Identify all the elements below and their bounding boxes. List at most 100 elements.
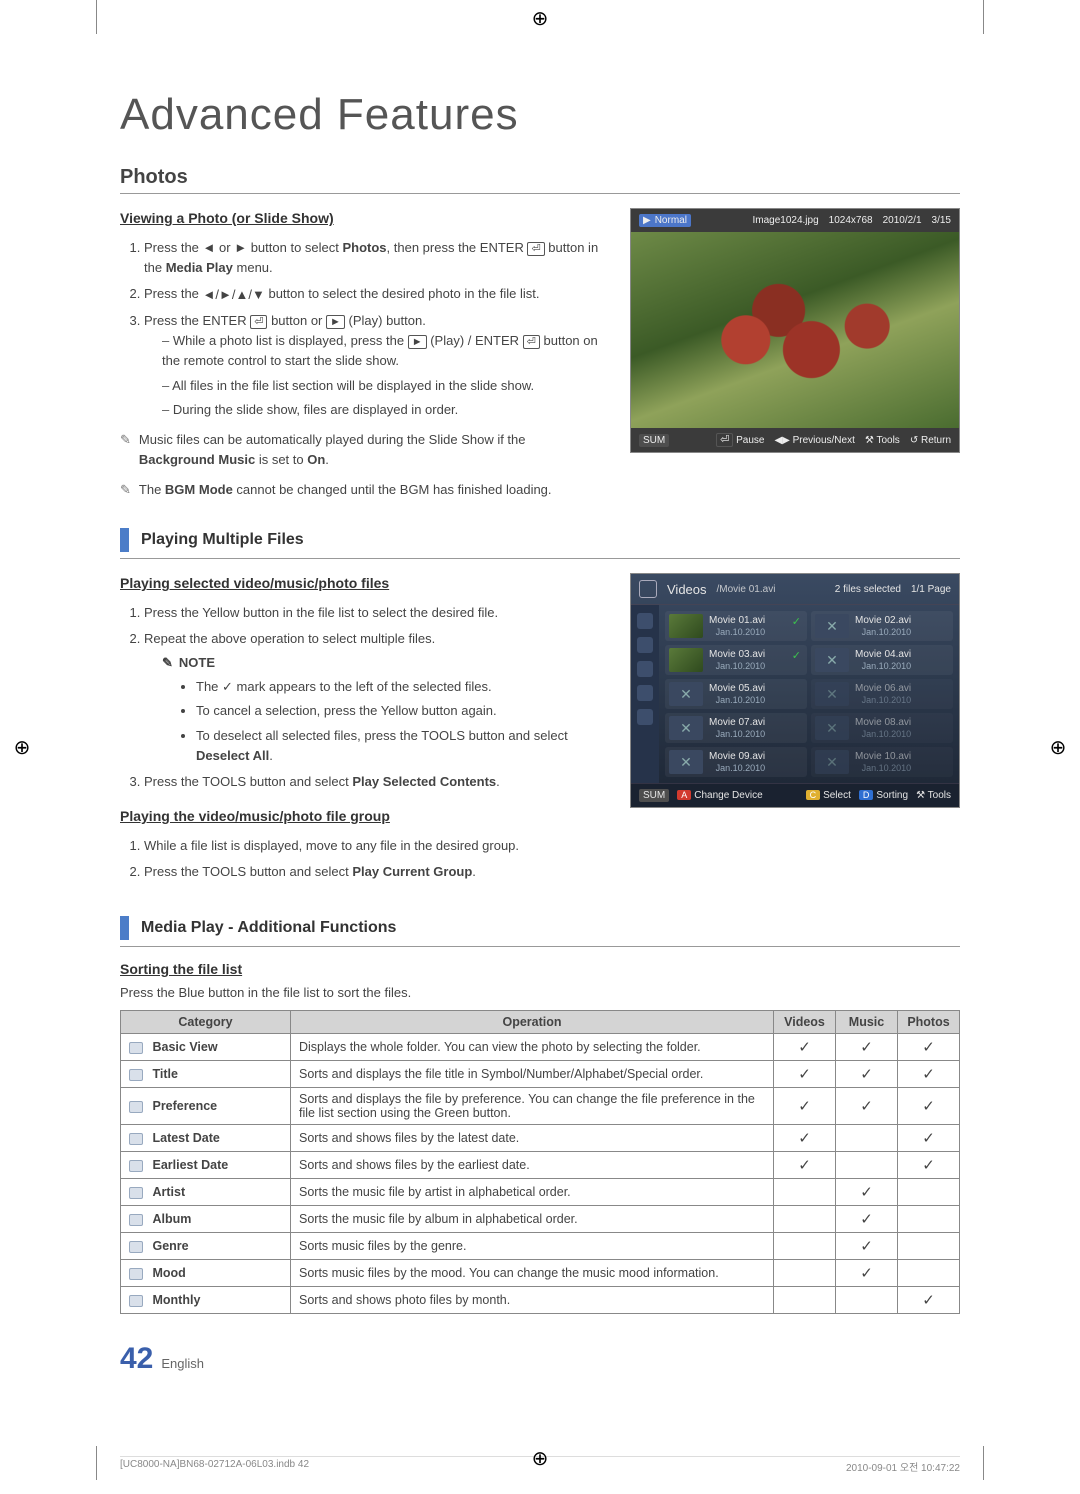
subsection-viewing-photo: Viewing a Photo (or Slide Show) [120, 208, 600, 230]
operation-text: Sorts and shows files by the earliest da… [291, 1151, 774, 1178]
category-icon [129, 1268, 143, 1280]
photo-viewer-figure: ▶Normal Image1024.jpg 1024x768 2010/2/1 … [630, 208, 960, 453]
video-list-item[interactable]: Movie 03.aviJan.10.2010 [665, 645, 807, 675]
table-row: MoodSorts music files by the mood. You c… [121, 1259, 960, 1286]
video-date: Jan.10.2010 [709, 729, 765, 739]
check-cell: ✓ [774, 1033, 836, 1060]
category-label: Title [152, 1067, 177, 1081]
check-cell: ✓ [836, 1178, 898, 1205]
category-label: Artist [152, 1185, 185, 1199]
video-date: Jan.10.2010 [855, 627, 911, 637]
table-row: Earliest Date Sorts and shows files by th… [121, 1151, 960, 1178]
table-row: Latest Date Sorts and shows files by the … [121, 1124, 960, 1151]
table-row: Monthly Sorts and shows photo files by mo… [121, 1286, 960, 1313]
footer-filename: [UC8000-NA]BN68-02712A-06L03.indb 42 [120, 1459, 309, 1474]
page-number: 42 [120, 1342, 153, 1376]
check-cell: ✓ [898, 1060, 960, 1087]
video-name: Movie 06.avi [855, 683, 911, 695]
right-arrow-icon: ► [234, 238, 247, 258]
video-list-item[interactable]: Movie 08.aviJan.10.2010 [811, 713, 953, 743]
subsection-playing-selected: Playing selected video/music/photo files [120, 573, 600, 595]
video-list-item[interactable]: Movie 04.aviJan.10.2010 [811, 645, 953, 675]
sorting-intro: Press the Blue button in the file list t… [120, 985, 960, 1000]
video-date: Jan.10.2010 [709, 661, 765, 671]
check-cell [774, 1232, 836, 1259]
video-list-item[interactable]: Movie 07.aviJan.10.2010 [665, 713, 807, 743]
video-thumb [669, 682, 703, 706]
heading-additional-functions: Media Play - Additional Functions [120, 916, 960, 947]
category-icon [129, 1101, 143, 1113]
category-icon [129, 1160, 143, 1172]
videos-sidebar [631, 605, 659, 783]
tools-icon: ⚒ [916, 790, 925, 801]
play-icon: ▶ [643, 215, 651, 226]
video-list-item[interactable]: Movie 02.aviJan.10.2010 [811, 611, 953, 641]
blue-key-icon: D [859, 790, 874, 800]
photo-index: 3/15 [932, 215, 951, 226]
category-icon [129, 1214, 143, 1226]
th-videos: Videos [774, 1010, 836, 1033]
video-name: Movie 05.avi [709, 683, 765, 695]
subsection-sorting: Sorting the file list [120, 961, 960, 977]
operation-text: Sorts music files by the mood. You can c… [291, 1259, 774, 1286]
table-row: AlbumSorts the music file by album in al… [121, 1205, 960, 1232]
heading-playing-multiple: Playing Multiple Files [120, 528, 960, 559]
check-cell [774, 1178, 836, 1205]
check-cell: ✓ [898, 1087, 960, 1124]
video-date: Jan.10.2010 [709, 763, 765, 773]
check-cell: ✓ [898, 1286, 960, 1313]
check-cell: ✓ [898, 1124, 960, 1151]
note-icon: ✎ [120, 480, 131, 500]
video-date: Jan.10.2010 [709, 627, 765, 637]
category-icon [129, 1042, 143, 1054]
videos-page: 1/1 Page [911, 584, 951, 595]
photo-resolution: 1024x768 [829, 215, 873, 226]
photo-preview [631, 232, 959, 428]
left-arrow-icon: ◄ [203, 238, 216, 258]
play-icon: ► [408, 335, 427, 349]
photo-date: 2010/2/1 [883, 215, 922, 226]
footer-timestamp: 2010-09-01 오전 10:47:22 [846, 1459, 960, 1474]
yellow-key-icon: C [806, 790, 821, 800]
video-thumb [669, 750, 703, 774]
operation-text: Sorts and shows files by the latest date… [291, 1124, 774, 1151]
video-list-item[interactable]: Movie 05.aviJan.10.2010 [665, 679, 807, 709]
check-cell: ✓ [836, 1087, 898, 1124]
category-label: Earliest Date [152, 1158, 228, 1172]
check-cell: ✓ [898, 1151, 960, 1178]
video-thumb [669, 614, 703, 638]
steps-viewing-photo: Press the ◄ or ► button to select Photos… [120, 238, 600, 420]
video-date: Jan.10.2010 [855, 661, 911, 671]
operation-text: Sorts and shows photo files by month. [291, 1286, 774, 1313]
page-language: English [161, 1356, 204, 1371]
videos-title: Videos [667, 582, 707, 597]
check-cell [774, 1205, 836, 1232]
check-icon: ✓ [222, 679, 233, 694]
page-title: Advanced Features [120, 90, 960, 140]
th-photos: Photos [898, 1010, 960, 1033]
check-cell: ✓ [836, 1205, 898, 1232]
category-icon [129, 1295, 143, 1307]
check-cell: ✓ [836, 1060, 898, 1087]
category-label: Latest Date [152, 1131, 219, 1145]
operation-text: Displays the whole folder. You can view … [291, 1033, 774, 1060]
video-list-item[interactable]: Movie 10.aviJan.10.2010 [811, 747, 953, 777]
table-row: Basic ViewDisplays the whole folder. You… [121, 1033, 960, 1060]
check-cell: ✓ [898, 1033, 960, 1060]
note-icon: ✎ [120, 430, 131, 470]
table-row: PreferenceSorts and displays the file by… [121, 1087, 960, 1124]
note-icon: ✎ [162, 653, 173, 673]
video-list-item[interactable]: Movie 06.aviJan.10.2010 [811, 679, 953, 709]
play-icon: ► [326, 315, 345, 329]
enter-icon: ⏎ [527, 242, 544, 256]
video-list-item[interactable]: Movie 01.aviJan.10.2010 [665, 611, 807, 641]
category-label: Monthly [152, 1293, 200, 1307]
device-sum: SUM [639, 789, 669, 802]
operation-text: Sorts and displays the file title in Sym… [291, 1060, 774, 1087]
check-cell [774, 1286, 836, 1313]
check-cell: ✓ [774, 1087, 836, 1124]
table-row: GenreSorts music files by the genre.✓ [121, 1232, 960, 1259]
video-list-item[interactable]: Movie 09.aviJan.10.2010 [665, 747, 807, 777]
videos-app-icon [639, 580, 657, 598]
tools-icon: ⚒ [865, 435, 874, 446]
